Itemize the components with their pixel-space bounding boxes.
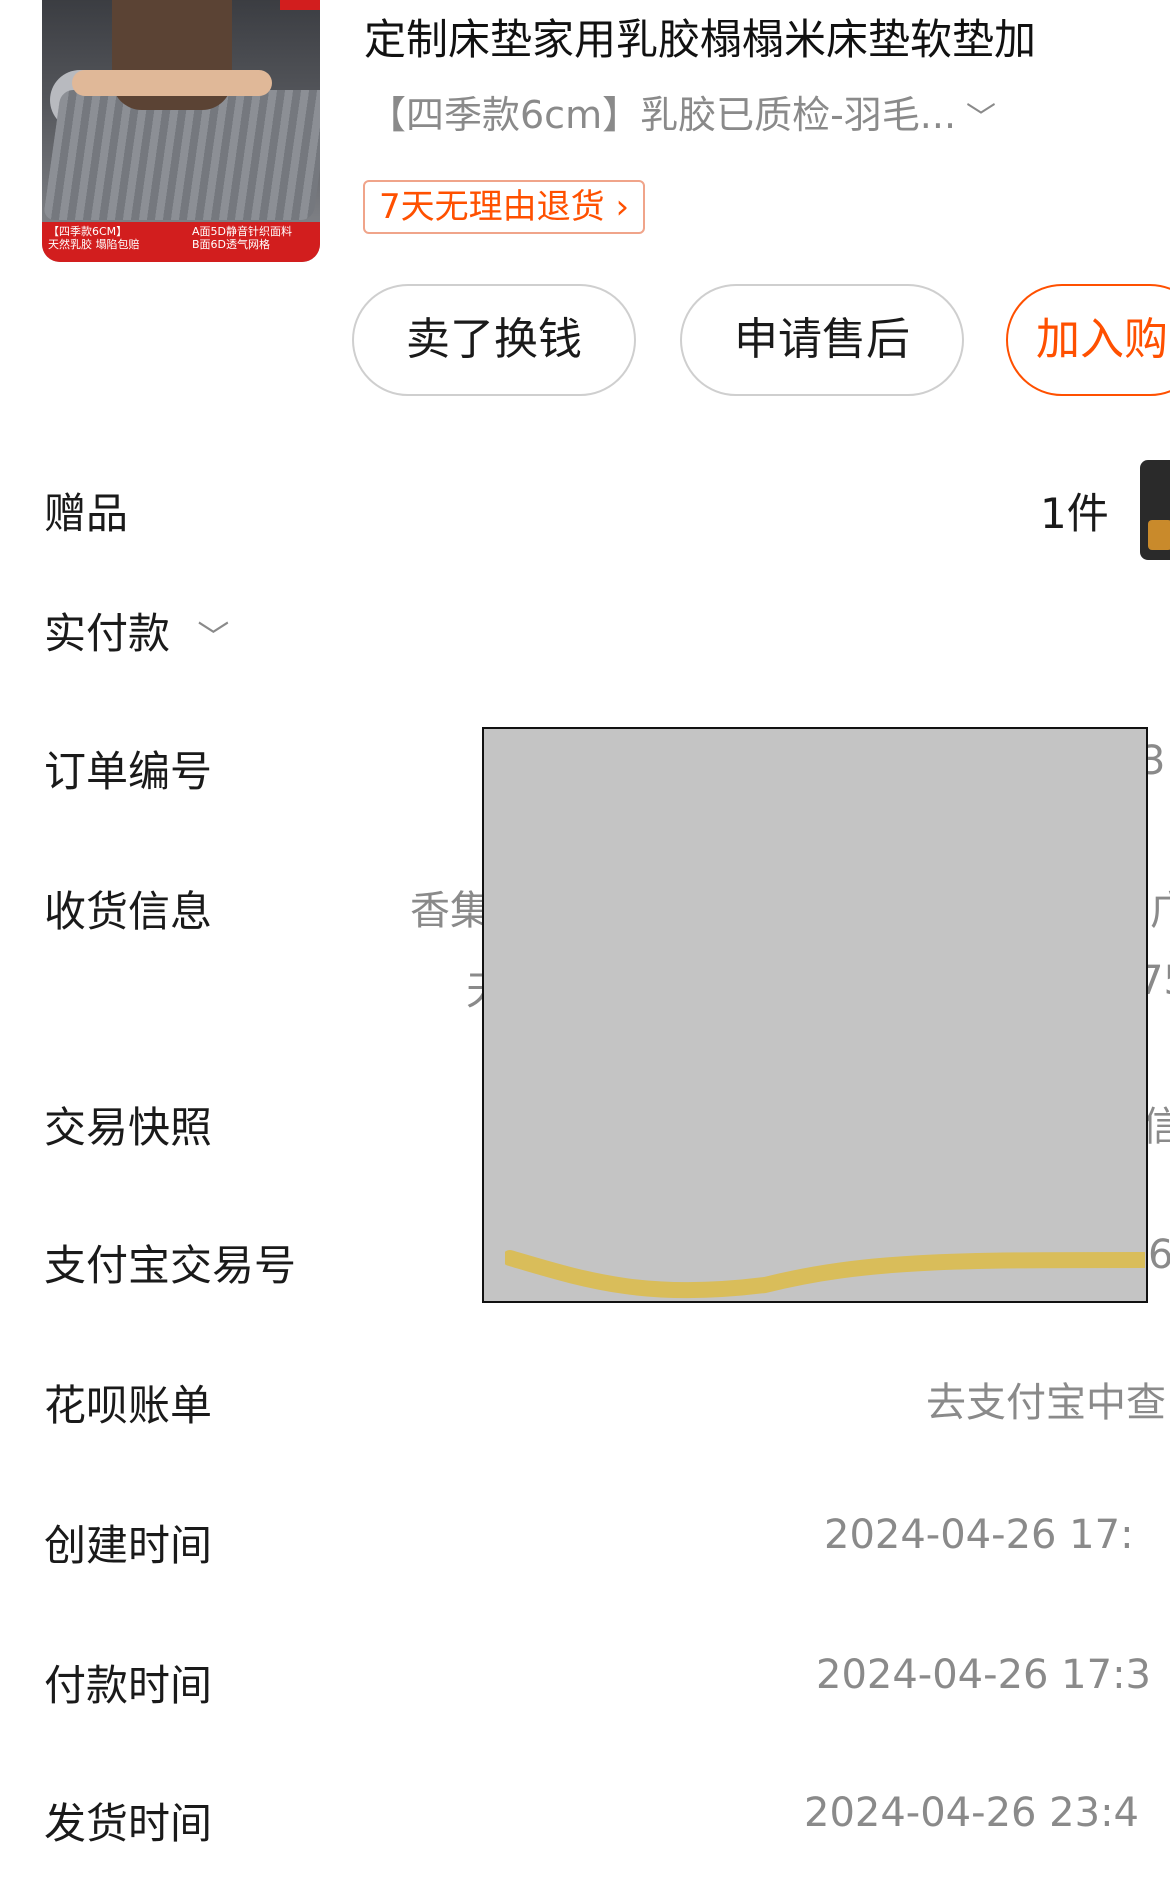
paid-time-label: 付款时间 (44, 1661, 213, 1710)
hands-graphic (72, 70, 272, 96)
image-banner-right: A面5D静音针织面料 B面6D透气网格 (192, 225, 292, 251)
order-number-label: 订单编号 (44, 747, 213, 796)
alipay-trade-label: 支付宝交易号 (44, 1241, 297, 1290)
sku-text: 【四季款6cm】乳胶已质检-羽毛... (368, 93, 957, 137)
image-banner: 【四季款6CM】 天然乳胶 塌陷包赔 A面5D静音针织面料 B面6D透气网格 (42, 222, 320, 262)
chevron-down-icon: ﹀ (966, 101, 997, 136)
shipping-label: 收货信息 (44, 887, 213, 936)
shipping-phone: 广 (1150, 878, 1170, 936)
snapshot-label: 交易快照 (44, 1103, 213, 1152)
gift-thumbnail[interactable] (1140, 460, 1170, 560)
created-time-value: 2024-04-26 17: (824, 1512, 1134, 1558)
corner-tag (280, 0, 320, 10)
huabei-label: 花呗账单 (44, 1381, 213, 1430)
redaction-box (482, 727, 1148, 1303)
product-image[interactable]: 【四季款6CM】 天然乳胶 塌陷包赔 A面5D静音针织面料 B面6D透气网格 (42, 0, 320, 262)
gift-label: 赠品 (44, 489, 129, 538)
sell-button[interactable]: 卖了换钱 (352, 284, 636, 396)
paid-time-value: 2024-04-26 17:3 (816, 1652, 1151, 1698)
gift-count: 1件 (1040, 489, 1109, 538)
after-sale-button[interactable]: 申请售后 (680, 284, 964, 396)
huabei-link[interactable]: 去支付宝中查 (926, 1370, 1166, 1428)
paid-label: 实付款 (44, 609, 171, 658)
chevron-down-icon: ﹀ (197, 618, 230, 656)
scribble-mark (505, 1250, 1145, 1299)
ship-time-label: 发货时间 (44, 1799, 213, 1848)
product-title[interactable]: 定制床垫家用乳胶榻榻米床垫软垫加 (364, 10, 1170, 70)
return-policy-badge[interactable]: 7天无理由退货 › (363, 180, 646, 234)
ship-time-value: 2024-04-26 23:4 (804, 1790, 1139, 1836)
created-time-label: 创建时间 (44, 1521, 213, 1570)
paid-amount-toggle[interactable]: 实付款 ﹀ (44, 600, 229, 661)
sku-selector[interactable]: 【四季款6cm】乳胶已质检-羽毛... ﹀ (368, 88, 1158, 142)
shipping-name: 香集 (410, 888, 490, 934)
image-banner-left: 【四季款6CM】 天然乳胶 塌陷包赔 (48, 225, 140, 251)
alipay-trade-value[interactable]: 6 (1148, 1232, 1170, 1278)
add-to-cart-button[interactable]: 加入购 (1006, 284, 1170, 396)
